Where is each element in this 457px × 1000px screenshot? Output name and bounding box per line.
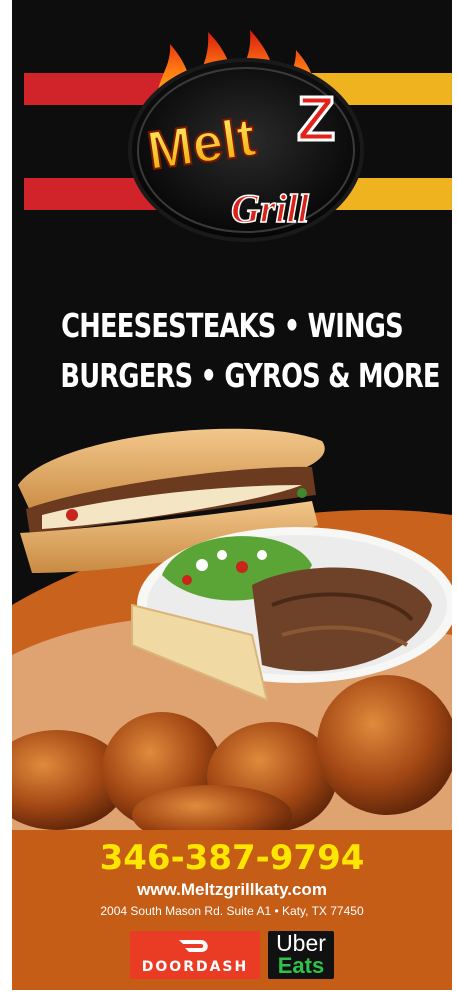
doordash-badge[interactable]: DOORDASH <box>130 931 260 979</box>
left-margin <box>0 0 12 1000</box>
food-photo <box>12 428 452 830</box>
website-link[interactable]: www.Meltzgrillkaty.com <box>12 880 452 900</box>
doordash-icon <box>179 940 208 952</box>
meltz-grill-logo: Melt Z Grill <box>128 30 364 242</box>
logo-z-text: Z <box>297 85 335 154</box>
tagline-line-2: BURGERS • GYROS & MORE <box>60 356 440 395</box>
doordash-label: DOORDASH <box>141 959 249 975</box>
logo-grill-text: Grill <box>231 186 310 231</box>
phone-number[interactable]: 346-387-9794 <box>12 838 452 878</box>
menu-flyer: Melt Z Grill CHEESESTEAKS • WINGS BURGER… <box>12 0 452 990</box>
eats-label: Eats <box>277 953 325 978</box>
tagline-line-1: CHEESESTEAKS • WINGS <box>61 306 404 345</box>
address-text: 2004 South Mason Rd. Suite A1 • Katy, TX… <box>100 904 364 918</box>
ubereats-badge[interactable]: Uber Eats <box>268 931 334 979</box>
